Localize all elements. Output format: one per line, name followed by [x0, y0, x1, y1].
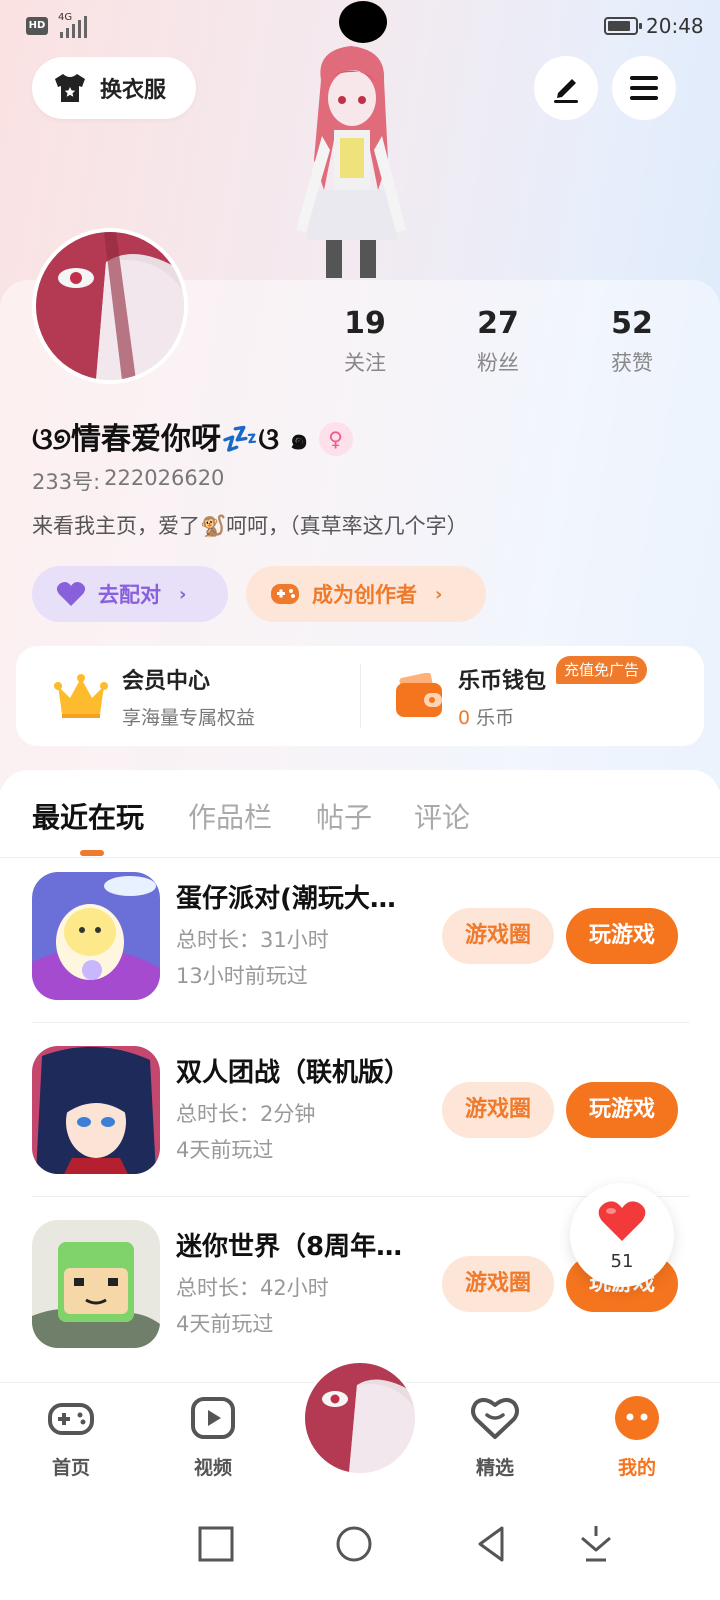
- nav-video[interactable]: 视频: [168, 1393, 258, 1480]
- followers-count: 27: [477, 306, 519, 341]
- chevron-right-icon: ›: [435, 583, 443, 605]
- wallet-title: 乐币钱包: [458, 668, 547, 694]
- tab-comments[interactable]: 评论: [414, 796, 470, 836]
- pen-icon: [554, 79, 578, 103]
- nickname: ଓ୭情春爱你呀💤ଓ ๑ ♀: [32, 414, 353, 463]
- chevron-right-icon: ›: [179, 583, 187, 605]
- gamepad-icon: [271, 584, 299, 604]
- nickname-text: ଓ୭情春爱你呀💤ଓ ๑: [32, 422, 309, 457]
- game-circle-button[interactable]: 游戏圈: [442, 1256, 554, 1312]
- likes-label: 获赞: [611, 351, 653, 375]
- uid-value: 222026620: [104, 466, 225, 490]
- game-last-played: 4天前玩过: [176, 1138, 274, 1162]
- nav-featured-label: 精选: [475, 1457, 514, 1479]
- match-label: 去配对: [98, 583, 161, 607]
- match-button[interactable]: 去配对 ›: [32, 566, 228, 622]
- followers-label: 粉丝: [477, 351, 519, 375]
- divider: [32, 1022, 690, 1023]
- edit-profile-button[interactable]: [534, 56, 598, 120]
- game-duration: 总时长：42小时: [176, 1276, 329, 1300]
- like-count: 51: [610, 1251, 634, 1272]
- nav-avatar-button[interactable]: [302, 1360, 418, 1476]
- change-outfit-label: 换衣服: [100, 78, 167, 103]
- stat-followers[interactable]: 27 粉丝: [453, 306, 543, 377]
- vip-subtitle: 享海量专属权益: [122, 706, 256, 729]
- camera-cutout: [339, 1, 387, 43]
- game-title: 双人团战（联机版）: [176, 1058, 411, 1088]
- game-title: 迷你世界（8周年…: [176, 1232, 403, 1262]
- tab-bar: 最近在玩 作品栏 帖子 评论: [0, 770, 720, 858]
- play-game-button[interactable]: 玩游戏: [566, 1082, 678, 1138]
- hide-nav-icon[interactable]: [572, 1520, 620, 1568]
- creator-label: 成为创作者: [312, 583, 417, 607]
- shirt-icon: [55, 74, 85, 102]
- signal-icon: 4G: [58, 12, 94, 38]
- vip-center[interactable]: 会员中心 享海量专属权益: [54, 646, 255, 746]
- stat-following[interactable]: 19 关注: [320, 306, 410, 377]
- change-outfit-button[interactable]: 换衣服: [32, 57, 196, 119]
- following-label: 关注: [344, 351, 386, 375]
- avatar-figure[interactable]: [286, 40, 416, 280]
- wallet-unit: 乐币: [476, 706, 515, 729]
- game-icon-duo-battle: [32, 1046, 160, 1174]
- following-count: 19: [344, 306, 386, 341]
- nav-me-label: 我的: [617, 1457, 656, 1479]
- heart-chat-icon: [471, 1398, 519, 1439]
- heart-icon: [598, 1201, 646, 1241]
- gamepad-icon: [48, 1403, 94, 1435]
- me-icon: [615, 1396, 659, 1440]
- home-icon[interactable]: [330, 1520, 378, 1568]
- wallet-balance: 0 乐币: [458, 703, 546, 730]
- recents-icon[interactable]: [192, 1520, 240, 1568]
- game-icon-eggy-party: [32, 872, 160, 1000]
- tab-works[interactable]: 作品栏: [188, 796, 272, 836]
- back-icon[interactable]: [468, 1520, 516, 1568]
- floating-like-button[interactable]: 51: [570, 1183, 674, 1287]
- promo-badge: 充值免广告: [556, 656, 648, 684]
- game-circle-button[interactable]: 游戏圈: [442, 908, 554, 964]
- nav-home[interactable]: 首页: [26, 1393, 116, 1480]
- menu-icon: [630, 76, 658, 100]
- female-icon: ♀: [318, 421, 353, 456]
- avatar[interactable]: [32, 228, 188, 384]
- game-duration: 总时长：2分钟: [176, 1102, 316, 1126]
- wallet-amount: 0: [458, 706, 471, 729]
- heart-icon: [56, 582, 86, 606]
- user-id[interactable]: 233号: 222026620: [32, 466, 224, 496]
- list-item[interactable]: 蛋仔派对(潮玩大… 总时长：31小时 13小时前玩过 游戏圈 玩游戏: [32, 872, 690, 1022]
- battery-icon: [604, 17, 642, 35]
- uid-label: 233号:: [32, 470, 101, 494]
- become-creator-button[interactable]: 成为创作者 ›: [246, 566, 486, 622]
- game-title: 蛋仔派对(潮玩大…: [176, 884, 396, 914]
- game-circle-button[interactable]: 游戏圈: [442, 1082, 554, 1138]
- clock: 20:48: [646, 14, 704, 38]
- tab-indicator: [80, 850, 104, 856]
- tab-posts[interactable]: 帖子: [316, 796, 372, 836]
- likes-count: 52: [611, 306, 653, 341]
- game-last-played: 13小时前玩过: [176, 964, 308, 988]
- video-icon: [191, 1397, 235, 1439]
- nav-me[interactable]: 我的: [592, 1393, 682, 1480]
- game-last-played: 4天前玩过: [176, 1312, 274, 1336]
- tab-recently-played[interactable]: 最近在玩: [32, 796, 144, 836]
- nav-home-label: 首页: [51, 1457, 90, 1479]
- crown-icon: [54, 674, 108, 718]
- wallet[interactable]: 乐币钱包 0 乐币: [394, 646, 546, 746]
- system-navigation-bar: [0, 1500, 720, 1600]
- network-type: 4G: [58, 12, 73, 23]
- game-duration: 总时长：31小时: [176, 928, 329, 952]
- vip-title: 会员中心: [122, 668, 211, 694]
- stat-likes[interactable]: 52 获赞: [587, 306, 677, 377]
- wallet-icon: [396, 673, 442, 717]
- play-game-button[interactable]: 玩游戏: [566, 908, 678, 964]
- game-icon-mini-world: [32, 1220, 160, 1348]
- hd-badge: HD: [26, 17, 48, 35]
- nav-featured[interactable]: 精选: [450, 1393, 540, 1480]
- menu-button[interactable]: [612, 56, 676, 120]
- list-item[interactable]: 双人团战（联机版） 总时长：2分钟 4天前玩过 游戏圈 玩游戏: [32, 1046, 690, 1196]
- divider: [360, 664, 361, 728]
- nav-video-label: 视频: [193, 1457, 232, 1479]
- bio: 来看我主页，爱了🐒呵呵，（真草率这几个字）: [32, 514, 468, 538]
